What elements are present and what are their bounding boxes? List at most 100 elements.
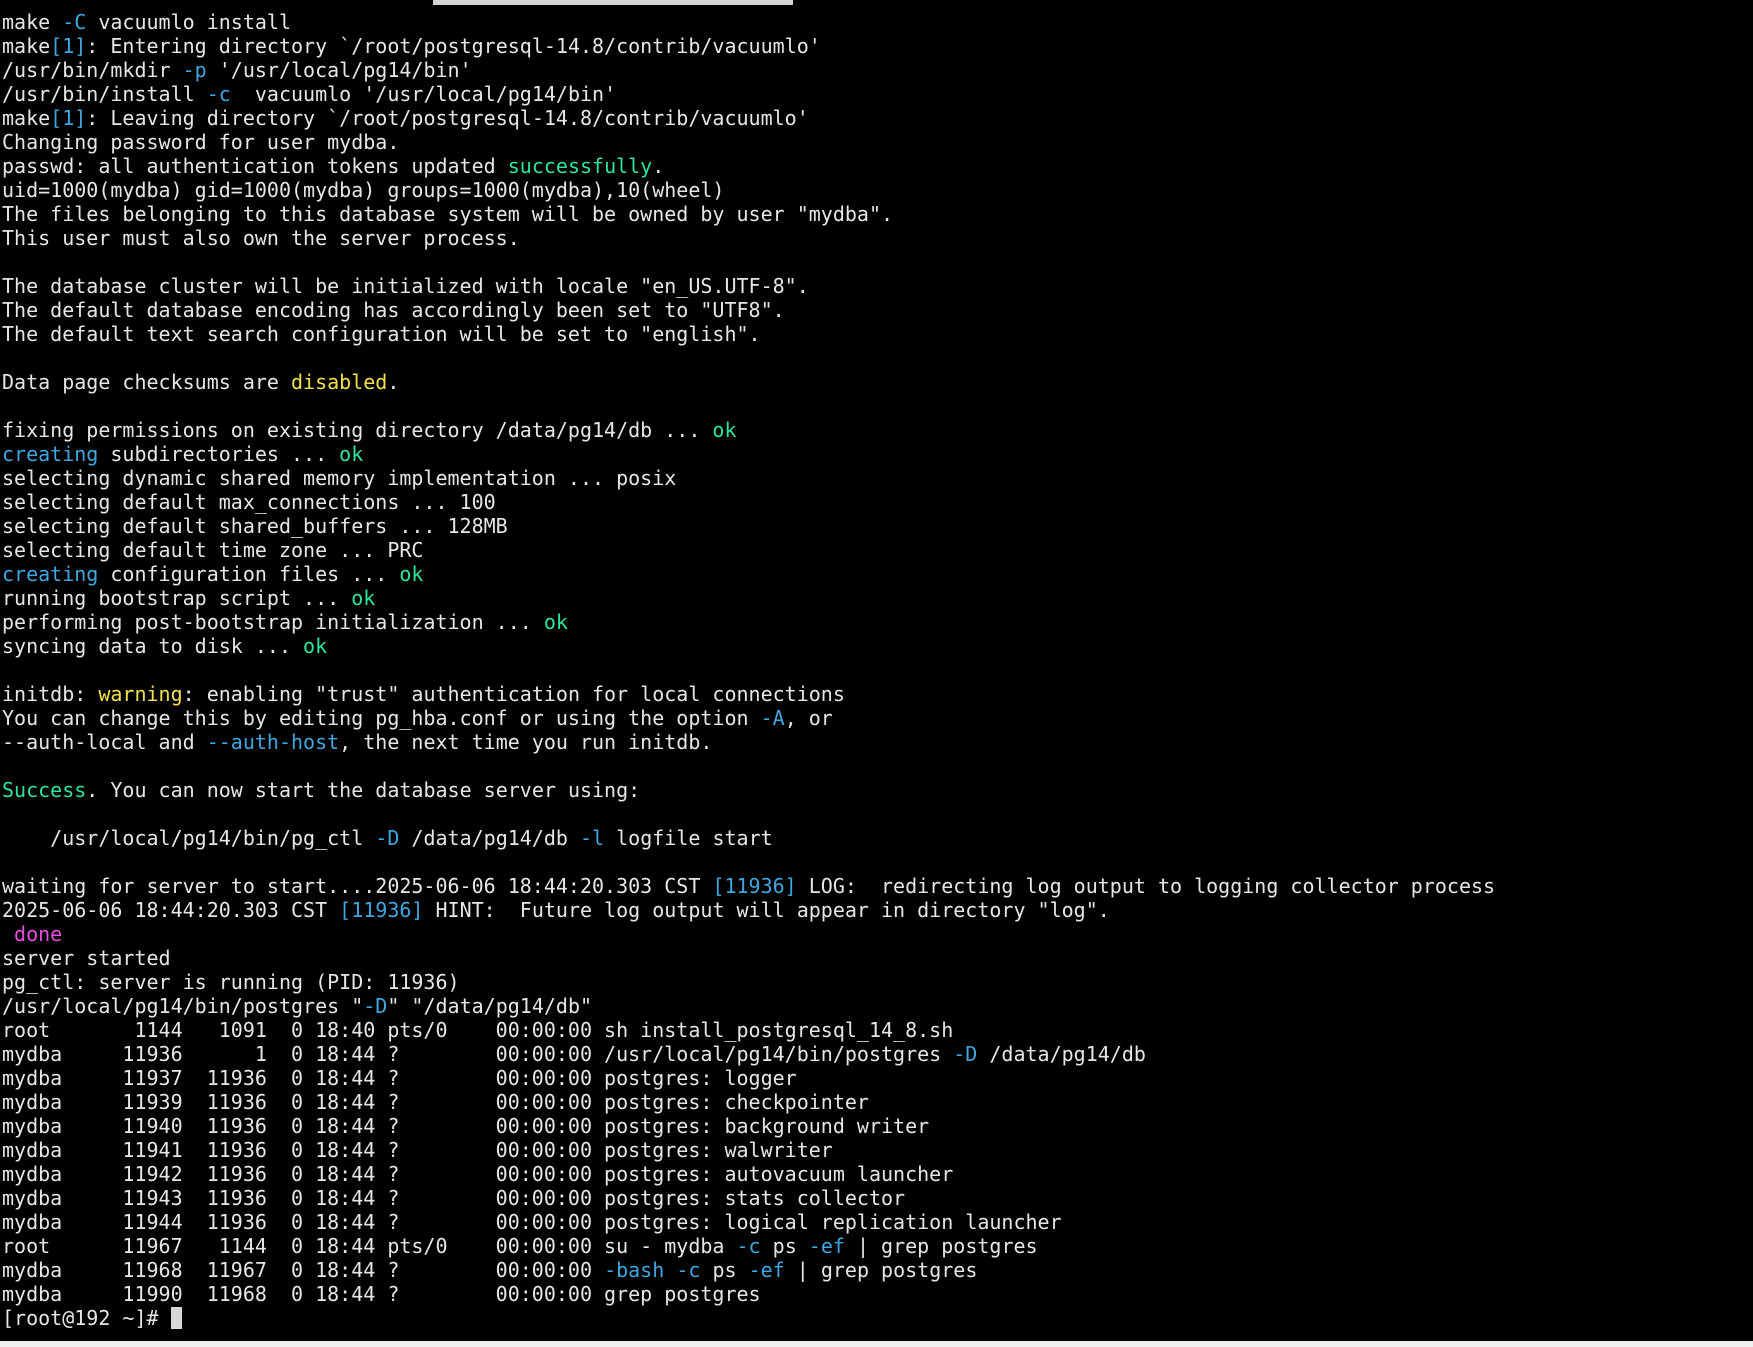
terminal-line: Data page checksums are disabled. [2,370,1495,394]
terminal-line: mydba 11936 1 0 18:44 ? 00:00:00 /usr/lo… [2,1042,1495,1066]
terminal-text: mydba 11943 11936 0 18:44 ? 00:00:00 pos… [2,1186,906,1210]
terminal-text: /data/pg14/db [399,826,580,850]
terminal-text: performing post-bootstrap initialization… [2,610,544,634]
terminal-text: mydba 11968 11967 0 18:44 ? 00:00:00 [2,1258,605,1282]
terminal-text: [11936] [339,898,424,922]
terminal-text: Success [2,778,87,802]
terminal-text: ok [339,442,364,466]
terminal-line: /usr/local/pg14/bin/postgres "-D" "/data… [2,994,1495,1018]
terminal-text: : Entering directory `/root/postgresql-1… [86,34,821,58]
terminal-line: This user must also own the server proce… [2,226,1495,250]
terminal-text: Changing password for user mydba. [2,130,400,154]
terminal-line: mydba 11968 11967 0 18:44 ? 00:00:00 -ba… [2,1258,1495,1282]
terminal-line: root 11967 1144 0 18:44 pts/0 00:00:00 s… [2,1234,1495,1258]
terminal-text: running bootstrap script ... [2,586,352,610]
terminal-line: The files belonging to this database sys… [2,202,1495,226]
terminal-text: selecting default max_connections ... 10… [2,490,496,514]
status-bar [0,1341,1753,1347]
terminal-text: . [652,154,665,178]
terminal-line: mydba 11990 11968 0 18:44 ? 00:00:00 gre… [2,1282,1495,1306]
terminal-text: disabled [290,370,388,394]
terminal-text: ps [700,1258,749,1282]
terminal-text: vacuumlo install [86,10,292,34]
terminal-text: ok [303,634,328,658]
terminal-line: The database cluster will be initialized… [2,274,1495,298]
terminal-text: HINT: Future log output will appear in d… [423,898,1110,922]
terminal-line: root 1144 1091 0 18:40 pts/0 00:00:00 sh… [2,1018,1495,1042]
terminal-text: '/usr/local/pg14/bin' [206,58,472,82]
terminal-line: /usr/local/pg14/bin/pg_ctl -D /data/pg14… [2,826,1495,850]
terminal-text: mydba 11990 11968 0 18:44 ? 00:00:00 gre… [2,1282,761,1306]
terminal-text: : Leaving directory `/root/postgresql-14… [86,106,809,130]
terminal-text: /usr/bin/install [2,82,207,106]
terminal-text: mydba 11942 11936 0 18:44 ? 00:00:00 pos… [2,1162,954,1186]
terminal-text: ok [399,562,424,586]
terminal-text: warning [98,682,183,706]
terminal-line: fixing permissions on existing directory… [2,418,1495,442]
terminal-text: mydba 11937 11936 0 18:44 ? 00:00:00 pos… [2,1066,797,1090]
terminal-text: successfully [507,154,653,178]
terminal-text: The default database encoding has accord… [2,298,785,322]
terminal-text: server started [2,946,171,970]
terminal-line: server started [2,946,1495,970]
terminal-line: selecting default shared_buffers ... 128… [2,514,1495,538]
terminal-text: -c [676,1258,701,1282]
terminal-text: LOG: redirecting log output to logging c… [796,874,1496,898]
terminal-line: The default text search configuration wi… [2,322,1495,346]
terminal-text: -c [736,1234,761,1258]
terminal-text: You can change this by editing pg_hba.co… [2,706,761,730]
terminal-line: /usr/bin/mkdir -p '/usr/local/pg14/bin' [2,58,1495,82]
terminal-line: make -C vacuumlo install [2,10,1495,34]
terminal-text: -D [953,1042,978,1066]
terminal-text: -ef [808,1234,845,1258]
terminal-text: -c [206,82,231,106]
terminal-line: Success. You can now start the database … [2,778,1495,802]
terminal-line: done [2,922,1495,946]
terminal-line: ​ [2,250,1495,274]
terminal-line: selecting dynamic shared memory implemen… [2,466,1495,490]
terminal-line: You can change this by editing pg_hba.co… [2,706,1495,730]
terminal-text: " "/data/pg14/db" [387,994,593,1018]
terminal-text: selecting dynamic shared memory implemen… [2,466,677,490]
terminal-text: ok [351,586,376,610]
terminal-output[interactable]: make -C vacuumlo install make[1]: Enterin… [0,5,1753,1341]
terminal-text: --auth-host [206,730,340,754]
terminal-text: : enabling "trust" authentication for lo… [182,682,845,706]
terminal-text: selecting default time zone ... PRC [2,538,424,562]
terminal-text: subdirectories ... [98,442,340,466]
terminal-line: mydba 11942 11936 0 18:44 ? 00:00:00 pos… [2,1162,1495,1186]
terminal-text: root 11967 1144 0 18:44 pts/0 00:00:00 s… [2,1234,737,1258]
terminal-text: The files belonging to this database sys… [2,202,894,226]
terminal-line: The default database encoding has accord… [2,298,1495,322]
terminal-line: pg_ctl: server is running (PID: 11936) [2,970,1495,994]
terminal-text: This user must also own the server proce… [2,226,520,250]
terminal-text: passwd: all authentication tokens update… [2,154,508,178]
terminal-text: configuration files ... [98,562,400,586]
terminal-line: ​ [2,802,1495,826]
terminal-text: syncing data to disk ... [2,634,304,658]
terminal-line: --auth-local and --auth-host, the next t… [2,730,1495,754]
terminal-text: mydba 11939 11936 0 18:44 ? 00:00:00 pos… [2,1090,869,1114]
terminal-text: /data/pg14/db [977,1042,1146,1066]
terminal-line: /usr/bin/install -c vacuumlo '/usr/local… [2,82,1495,106]
terminal-line: mydba 11944 11936 0 18:44 ? 00:00:00 pos… [2,1210,1495,1234]
terminal-text: ps [760,1234,809,1258]
terminal-text: -ef [748,1258,785,1282]
prompt-line[interactable]: [root@192 ~]# [2,1306,1495,1330]
terminal-line: make[1]: Leaving directory `/root/postgr… [2,106,1495,130]
terminal-text: logfile start [604,826,773,850]
terminal-line: mydba 11940 11936 0 18:44 ? 00:00:00 pos… [2,1114,1495,1138]
terminal-window: make -C vacuumlo install make[1]: Enterin… [0,0,1753,1347]
terminal-text: make [2,34,51,58]
terminal-line: Changing password for user mydba. [2,130,1495,154]
terminal-text: ok [712,418,737,442]
terminal-text: [1] [50,34,87,58]
terminal-line: mydba 11937 11936 0 18:44 ? 00:00:00 pos… [2,1066,1495,1090]
terminal-text: mydba 11941 11936 0 18:44 ? 00:00:00 pos… [2,1138,833,1162]
terminal-text: pg_ctl: server is running (PID: 11936) [2,970,460,994]
terminal-line: creating configuration files ... ok [2,562,1495,586]
terminal-text: , the next time you run initdb. [339,730,713,754]
terminal-text: /usr/local/pg14/bin/postgres " [2,994,364,1018]
terminal-line: creating subdirectories ... ok [2,442,1495,466]
terminal-text: The default text search configuration wi… [2,322,761,346]
